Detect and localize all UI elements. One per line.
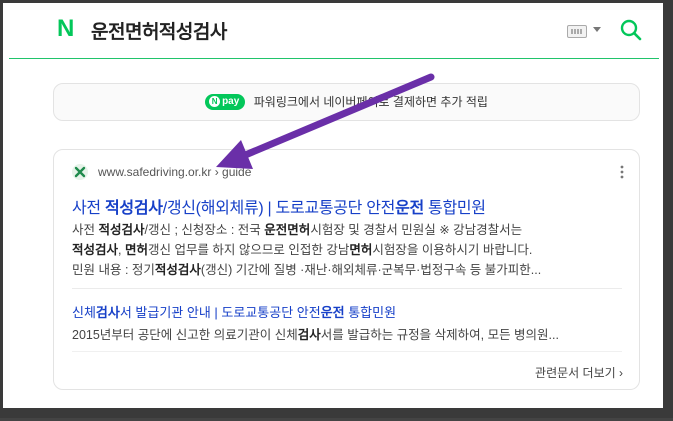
result-title-link[interactable]: 사전 적성검사/갱신(해외체류) | 도로교통공단 안전운전 통합민원 — [72, 194, 486, 218]
result-snippet: 사전 적성검사/갱신 ; 신청장소 : 전국 운전면허시험장 및 경찰서 민원실… — [72, 220, 624, 280]
title-part: /갱신(해외체류) | 도로교통공단 안전 — [162, 200, 396, 217]
browser-frame: N 운전면허적성검사 Npay 파워링크에서 네이버페이로 결제하면 추가 적립… — [0, 0, 673, 418]
snippet-text: , — [118, 243, 125, 257]
divider — [72, 288, 622, 289]
sub-title-highlight: 검사 — [95, 305, 120, 320]
snippet-highlight: 적성검사 — [72, 243, 119, 257]
sub-snippet-highlight: 검사 — [297, 328, 321, 342]
search-header: N 운전면허적성검사 — [9, 3, 659, 59]
snippet-line: 사전 적성검사/갱신 ; 신청장소 : 전국 운전면허시험장 및 경찰서 민원실… — [72, 220, 624, 240]
snippet-text: 민원 내용 : 정기 — [72, 263, 155, 277]
chevron-down-icon[interactable] — [593, 27, 601, 32]
snippet-highlight: 면허 — [124, 243, 148, 257]
title-part: 통합민원 — [423, 200, 486, 217]
snippet-text: 사전 — [72, 223, 99, 237]
keyboard-icon[interactable] — [567, 25, 587, 38]
powerlink-text: 파워링크에서 네이버페이로 결제하면 추가 적립 — [253, 95, 488, 109]
sub-result-snippet: 2015년부터 공단에 신고한 의료기관이 신체검사서를 발급하는 규정을 삭제… — [72, 324, 559, 343]
related-docs-label: 관련문서 더보기 — [535, 366, 616, 380]
naver-logo[interactable]: N — [57, 17, 78, 41]
sub-title-part: 통합민원 — [344, 305, 397, 320]
snippet-line: 민원 내용 : 정기적성검사(갱신) 기간에 질병 ·재난·해외체류·군복무·법… — [72, 260, 624, 280]
snippet-text: 시험장을 이용하시기 바랍니다. — [372, 243, 533, 257]
sub-title-part: 신체 — [72, 305, 96, 320]
sub-result-title-link[interactable]: 신체검사서 발급기관 안내 | 도로교통공단 안전운전 통합민원 — [72, 302, 396, 321]
related-docs-more-link[interactable]: 관련문서 더보기 › — [535, 364, 623, 381]
search-icon[interactable] — [620, 19, 642, 41]
snippet-highlight: 적성검사 — [98, 223, 145, 237]
sub-title-highlight: 운전 — [320, 305, 345, 320]
more-options-icon[interactable] — [620, 165, 624, 179]
title-part-highlight: 적성검사 — [105, 200, 163, 217]
snippet-text: 시험장 및 경찰서 민원실 ※ 강남경찰서는 — [310, 223, 523, 237]
npay-label: pay — [222, 95, 240, 107]
divider — [72, 351, 622, 352]
powerlink-banner[interactable]: Npay 파워링크에서 네이버페이로 결제하면 추가 적립 — [53, 83, 640, 121]
snippet-text: /갱신 ; 신청장소 : 전국 — [144, 223, 265, 237]
search-result-card: www.safedriving.or.kr › guide 사전 적성검사/갱신… — [53, 149, 640, 390]
result-url[interactable]: www.safedriving.or.kr › guide — [98, 165, 251, 179]
snippet-line: 적성검사, 면허갱신 업무를 하지 않으므로 인접한 강남면허시험장을 이용하시… — [72, 240, 624, 260]
snippet-highlight: 면허 — [349, 243, 373, 257]
npay-badge: Npay — [205, 93, 246, 110]
snippet-text: 갱신 업무를 하지 않으므로 인접한 강남 — [147, 243, 350, 257]
snippet-highlight: 운전면허 — [264, 223, 311, 237]
title-part: 사전 — [72, 200, 105, 217]
npay-n-icon: N — [209, 95, 221, 107]
site-favicon-icon — [72, 164, 88, 180]
snippet-text: (갱신) 기간에 질병 ·재난·해외체류·군복무·법정구속 등 불가피한... — [200, 263, 542, 277]
snippet-highlight: 적성검사 — [154, 263, 201, 277]
title-part-highlight: 운전 — [395, 200, 424, 217]
search-query[interactable]: 운전면허적성검사 — [91, 17, 227, 44]
sub-snippet-text: 서를 발급하는 규정을 삭제하여, 모든 병의원... — [320, 328, 559, 342]
chevron-right-icon: › — [619, 366, 623, 380]
sub-title-part: 서 발급기관 안내 | 도로교통공단 안전 — [119, 305, 321, 320]
sub-snippet-text: 2015년부터 공단에 신고한 의료기관이 신체 — [72, 328, 298, 342]
